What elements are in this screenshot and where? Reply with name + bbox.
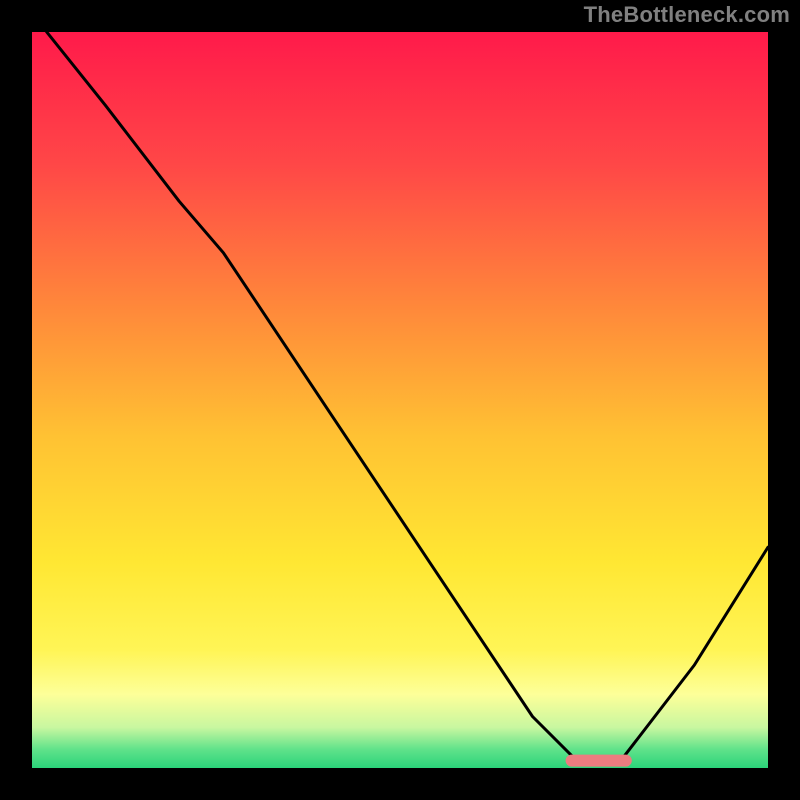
chart-stage: TheBottleneck.com — [0, 0, 800, 800]
optimal-indicator — [566, 755, 632, 767]
gradient-background — [32, 32, 768, 768]
bottleneck-chart — [0, 0, 800, 800]
watermark-text: TheBottleneck.com — [584, 2, 790, 28]
